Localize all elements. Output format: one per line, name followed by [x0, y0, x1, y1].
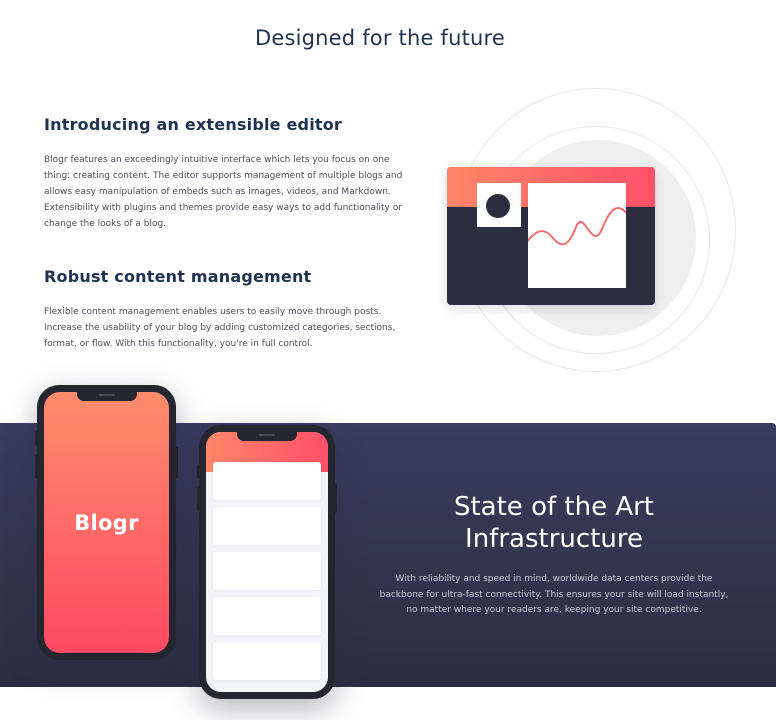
section-title: Designed for the future [254, 26, 506, 50]
editor-window [447, 167, 655, 305]
page: Designed for the future Introducing an e… [0, 0, 776, 720]
list-item [213, 507, 321, 545]
list-item [213, 552, 321, 590]
feature-editor: Introducing an extensible editor Blogr f… [44, 115, 404, 232]
feature-body: Flexible content management enables user… [44, 307, 396, 349]
phone-side-button [334, 483, 337, 513]
phone-side-button [197, 487, 200, 511]
wave-line-icon [513, 207, 629, 262]
phone-screen: Blogr [44, 392, 169, 653]
phone-notch [237, 432, 297, 441]
phone-side-button [35, 455, 38, 479]
editor-window-illustration [430, 86, 750, 376]
list-item [213, 642, 321, 680]
phone-brand-logo: Blogr [74, 510, 139, 535]
infrastructure-body: With reliability and speed in mind, worl… [379, 574, 729, 615]
phone-side-button [35, 431, 38, 445]
phone-side-button [197, 465, 200, 479]
phone-mockup-splash: Blogr [35, 385, 178, 660]
phone-notch [76, 392, 137, 401]
feature-content-management: Robust content management Flexible conte… [44, 267, 404, 352]
feature-body: Blogr features an exceedingly intuitive … [44, 155, 403, 229]
feature-heading: Introducing an extensible editor [44, 115, 343, 134]
phone-side-button [175, 447, 178, 479]
image-dot [486, 194, 510, 218]
chart-card-icon [513, 183, 629, 288]
infrastructure-title: State of the Art Infrastructure [453, 492, 654, 554]
phone-mockup-list [197, 425, 337, 699]
list-item [213, 462, 321, 500]
feature-heading: Robust content management [44, 267, 312, 286]
image-card-icon [477, 183, 521, 227]
list-item [213, 597, 321, 635]
phone-screen [206, 432, 328, 692]
